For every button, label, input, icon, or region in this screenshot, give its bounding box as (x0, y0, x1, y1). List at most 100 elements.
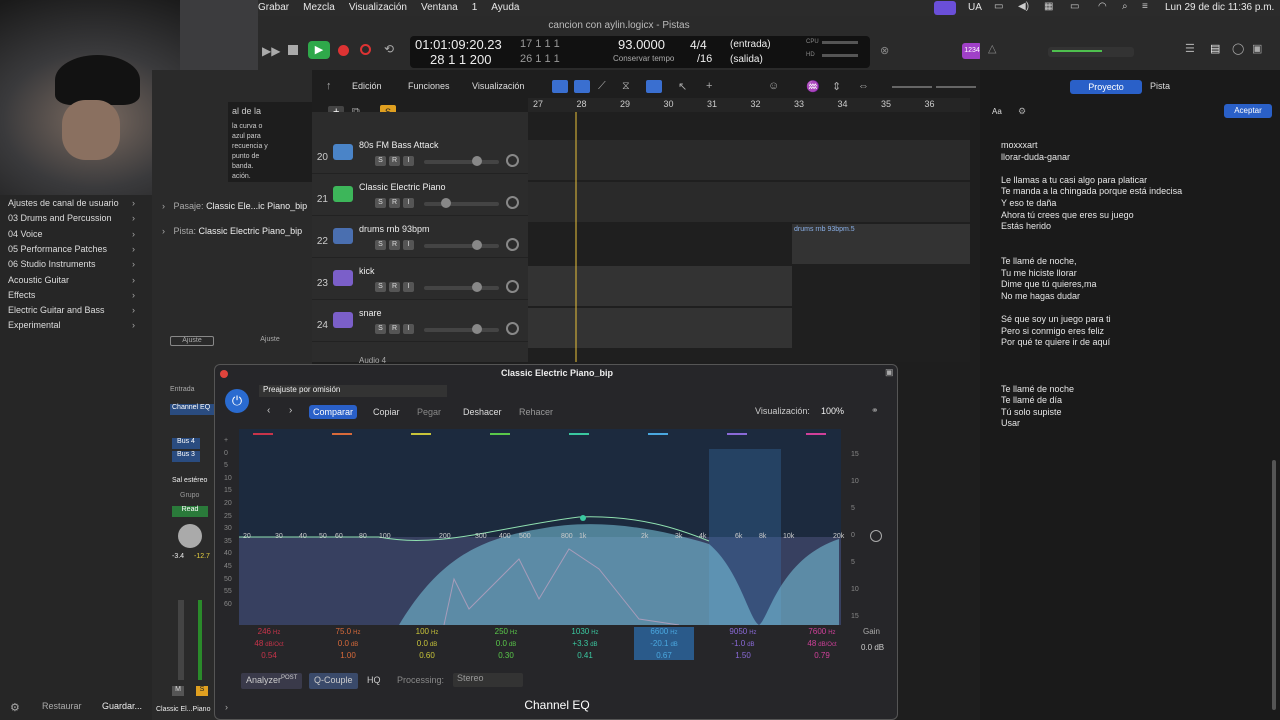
flex-icon[interactable]: ⧖ (622, 80, 630, 93)
band-shape-icon[interactable] (727, 433, 747, 443)
setting-slot-right[interactable]: Ajuste (248, 336, 292, 346)
menu-visualizacion[interactable]: Visualización (349, 2, 407, 13)
solo-button[interactable]: S (196, 686, 208, 696)
next-preset-icon[interactable]: › (289, 405, 292, 416)
band-column[interactable]: 7600 Hz 48 dB/Oct 0.79 (792, 627, 852, 660)
processing-dropdown[interactable]: Stereo (453, 673, 523, 687)
band-frequency[interactable]: 9050 Hz (713, 627, 773, 636)
band-frequency[interactable]: 246 Hz (239, 627, 299, 636)
clock[interactable]: Lun 29 de dic 11:36 p.m. (1165, 2, 1274, 13)
bus4-send[interactable]: Bus 4 (172, 438, 200, 449)
power-button[interactable]: ⏻ (225, 389, 249, 413)
font-button[interactable]: Aa (992, 107, 1002, 116)
browser-icon[interactable]: ▣ (1252, 42, 1262, 55)
record-button[interactable] (338, 45, 349, 56)
band-shape-icon[interactable] (332, 433, 352, 443)
track-header[interactable]: 21 Classic Electric Piano S R I (312, 174, 528, 216)
gain-value[interactable]: 0.0 dB (861, 643, 884, 652)
track-volume-fader[interactable] (424, 202, 499, 206)
track-button-s[interactable]: S (375, 282, 386, 292)
view-menu[interactable]: Visualización (472, 81, 524, 91)
track-header[interactable]: 20 80s FM Bass Attack S R I (312, 132, 528, 174)
pencil-tool-icon[interactable]: + (706, 80, 712, 92)
restore-button[interactable]: Restaurar (42, 701, 82, 711)
zoom-slider[interactable] (892, 86, 932, 88)
band-gain[interactable]: 48 dB/Oct (792, 639, 852, 648)
eq-insert-slot[interactable]: Channel EQ (170, 404, 214, 415)
vertical-zoom-icon[interactable]: ⇕ (832, 80, 841, 93)
edit-menu[interactable]: Edición (352, 81, 382, 91)
band-gain[interactable]: 0.0 dB (476, 639, 536, 648)
track-button-s[interactable]: S (375, 198, 386, 208)
tab-project[interactable]: Proyecto (1070, 80, 1142, 94)
expand-chevron-icon-2[interactable]: › (162, 226, 165, 236)
bar-ruler[interactable]: 27 28 29 30 31 32 33 34 35 36 (528, 98, 970, 122)
division[interactable]: /16 (697, 53, 712, 65)
link-icon[interactable]: ⚭ (871, 405, 879, 416)
track-button-i[interactable]: I (403, 156, 414, 166)
pan-knob[interactable] (506, 238, 519, 251)
volume-knob[interactable] (472, 240, 482, 250)
track-header[interactable]: 22 drums rnb 93bpm S R I (312, 216, 528, 258)
expand-chevron-icon[interactable]: › (162, 201, 165, 211)
volume-knob[interactable] (441, 198, 451, 208)
loop-browser-icon[interactable]: ◯ (1232, 42, 1244, 55)
band-shape-icon[interactable] (648, 433, 668, 443)
pointer-tool-icon[interactable]: ↖ (678, 80, 687, 93)
battery-icon[interactable]: ▭ (1070, 1, 1079, 12)
band-shape-icon[interactable] (569, 433, 589, 443)
track-header[interactable]: 24 snare S R I (312, 300, 528, 342)
band-column[interactable]: 250 Hz 0.0 dB 0.30 (476, 627, 536, 660)
paste-button[interactable]: Pegar (413, 405, 445, 419)
automation-icon[interactable]: ⟋ (598, 80, 606, 93)
band-shape-icon[interactable] (253, 433, 273, 443)
input-slot[interactable]: Entrada (170, 386, 195, 393)
track-button-r[interactable]: R (389, 282, 400, 292)
band-gain[interactable]: 48 dB/Oct (239, 639, 299, 648)
waveform-zoom-icon[interactable]: ♒ (806, 80, 820, 93)
pan-knob[interactable] (506, 196, 519, 209)
band-column[interactable]: 6600 Hz -20.1 dB 0.67 (634, 627, 694, 660)
eq-graph[interactable]: 20 30 40 50 60 80 100 200 300 400 500 800 1k 2k 3k 4k 6k… (239, 429, 844, 626)
locator-left[interactable]: 17 1 1 1 (520, 38, 560, 50)
band-column[interactable]: 75.0 Hz 0.0 dB 1.00 (318, 627, 378, 660)
track-name[interactable]: drums rnb 93bpm (359, 224, 430, 234)
band-frequency[interactable]: 75.0 Hz (318, 627, 378, 636)
notepad-icon[interactable]: ▤ (1210, 42, 1220, 55)
track-button-i[interactable]: I (403, 198, 414, 208)
track-button-s[interactable]: S (375, 240, 386, 250)
compare-button[interactable]: Comparar (309, 405, 358, 419)
grid-view-icon[interactable] (552, 80, 568, 93)
band-frequency[interactable]: 100 Hz (397, 627, 457, 636)
screen-record-icon[interactable] (934, 1, 956, 15)
pasaje-row[interactable]: › Pasaje: Classic Ele...ic Piano_bip (162, 201, 307, 211)
band-q[interactable]: 1.00 (318, 651, 378, 660)
band-q[interactable]: 0.30 (476, 651, 536, 660)
tab-track[interactable]: Pista (1150, 81, 1170, 91)
track-name[interactable]: 80s FM Bass Attack (359, 140, 439, 150)
link-window-icon[interactable]: ▣ (885, 367, 894, 378)
channel-fader[interactable] (178, 600, 184, 680)
pan-knob[interactable] (506, 154, 519, 167)
band-q[interactable]: 1.50 (713, 651, 773, 660)
channel-eq-window[interactable]: Classic Electric Piano_bip ▣ ⏻ Preajuste… (214, 364, 898, 720)
track-volume-fader[interactable] (424, 244, 499, 248)
band-gain[interactable]: -1.0 dB (713, 639, 773, 648)
prev-preset-icon[interactable]: ‹ (267, 405, 270, 416)
menu-1[interactable]: 1 (472, 2, 478, 13)
gain-knob[interactable] (870, 530, 882, 542)
mute-button[interactable]: M (172, 686, 184, 696)
analyzer-button[interactable]: AnalyzerPOST (241, 673, 303, 689)
library-item[interactable]: Electric Guitar and Bass (8, 305, 105, 315)
automation-read[interactable]: Read (172, 506, 208, 517)
list-editor-icon[interactable]: ☰ (1185, 42, 1195, 55)
play-button[interactable]: ▶ (308, 41, 330, 59)
setting-slot-left[interactable]: Ajuste (170, 336, 214, 346)
pan-knob[interactable] (506, 322, 519, 335)
band-gain[interactable]: +3.3 dB (555, 639, 615, 648)
band-shape-icon[interactable] (490, 433, 510, 443)
output-slot[interactable]: Sal estéreo (172, 477, 207, 484)
locator-right[interactable]: 26 1 1 1 (520, 53, 560, 65)
library-item[interactable]: 03 Drums and Percussion (8, 213, 112, 223)
smiley-icon[interactable]: ☺ (768, 80, 779, 92)
